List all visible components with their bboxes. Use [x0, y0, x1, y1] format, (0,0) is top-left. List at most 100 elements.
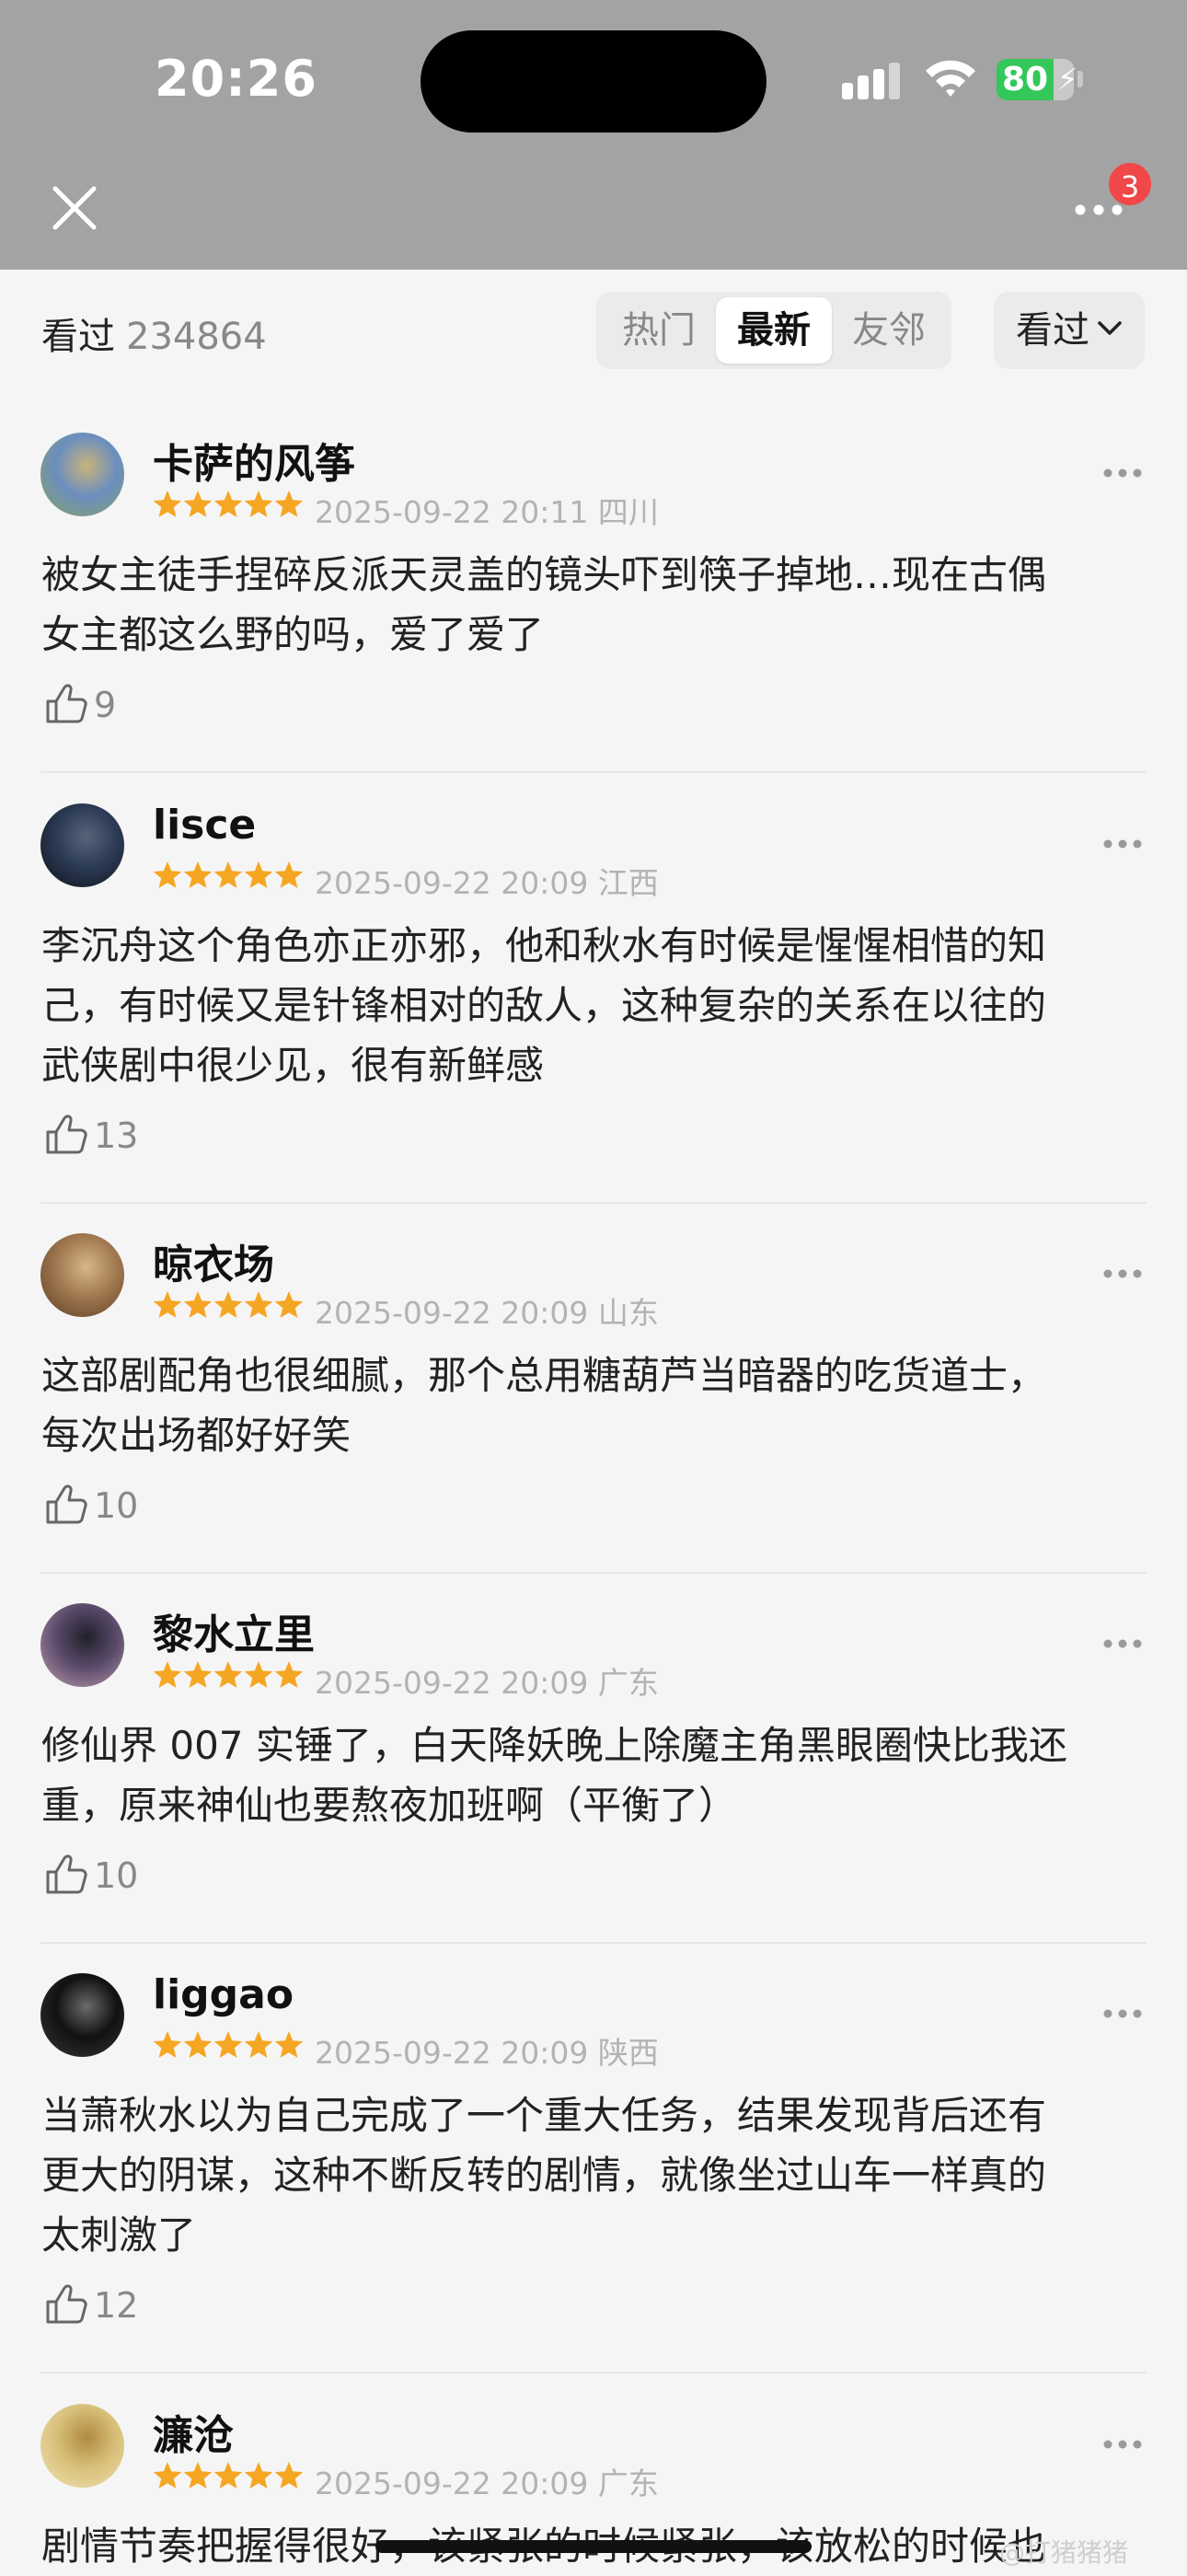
dropdown-label: 看过 — [1016, 309, 1089, 352]
like-count: 10 — [94, 1855, 139, 1896]
star-icon — [274, 2031, 304, 2058]
comment-meta: 2025-09-22 20:09 广东 — [315, 1658, 659, 1703]
star-icon — [153, 2462, 182, 2489]
comment-more-button[interactable] — [1101, 2004, 1147, 2023]
comment-more-button[interactable] — [1101, 2435, 1147, 2454]
star-icon — [244, 2031, 273, 2058]
watched-count-label: 看过 234864 — [41, 306, 267, 360]
star-icon — [244, 861, 273, 888]
star-rating — [153, 2031, 304, 2058]
comment-text-line: 武侠剧中很少见，很有新鲜感 — [41, 1043, 545, 1088]
notification-badge: 3 — [1106, 160, 1154, 208]
username[interactable]: 黎水立里 — [153, 1601, 315, 1660]
thumbs-up-icon[interactable] — [44, 1854, 88, 1896]
wifi-icon — [926, 60, 975, 97]
comment-text-line: 己，有时候又是针锋相对的敌人，这种复杂的关系在以往的 — [41, 983, 1047, 1028]
cellular-signal-icon — [842, 63, 900, 99]
star-rating — [153, 491, 304, 517]
tab-hot[interactable]: 热门 — [601, 297, 717, 364]
watermark: @打猪猪猪 — [999, 2537, 1129, 2568]
status-dropdown[interactable]: 看过 — [994, 292, 1145, 369]
tab-friends[interactable]: 友邻 — [831, 297, 947, 364]
username[interactable]: lisce — [153, 802, 256, 849]
star-rating — [153, 1661, 304, 1688]
comment-location: 四川 — [588, 494, 659, 530]
star-icon — [183, 491, 213, 517]
star-icon — [274, 861, 304, 888]
divider — [40, 771, 1147, 773]
username[interactable]: 晾衣场 — [153, 1231, 274, 1290]
comment-text: 被女主徒手捏碎反派天灵盖的镜头吓到筷子掉地…现在古偶 女主都这么野的吗，爱了爱了 — [41, 545, 1146, 664]
comment-location: 山东 — [588, 1295, 659, 1331]
comment-more-button[interactable] — [1101, 464, 1147, 482]
username[interactable]: 卡萨的风筝 — [153, 431, 355, 490]
divider — [40, 1202, 1147, 1204]
dynamic-island — [421, 30, 766, 133]
status-time: 20:26 — [155, 50, 317, 108]
like-count: 9 — [94, 685, 117, 725]
star-icon — [274, 1661, 304, 1688]
comment-meta: 2025-09-22 20:11 四川 — [315, 488, 659, 532]
comment-time: 2025-09-22 20:09 — [315, 865, 589, 901]
avatar[interactable] — [40, 803, 124, 887]
star-icon — [153, 2031, 182, 2058]
star-icon — [213, 1291, 243, 1318]
divider — [40, 1572, 1147, 1574]
star-icon — [244, 491, 273, 517]
battery-icon: 80 ⚡ — [997, 59, 1078, 100]
top-bar: 20:26 80 ⚡ 3 — [0, 0, 1187, 270]
comment-location: 江西 — [588, 865, 659, 901]
star-rating — [153, 2462, 304, 2489]
thumbs-up-icon[interactable] — [44, 1484, 88, 1526]
comment-location: 陕西 — [588, 2035, 659, 2071]
avatar[interactable] — [40, 1233, 124, 1317]
avatar[interactable] — [40, 1603, 124, 1687]
comment-meta: 2025-09-22 20:09 广东 — [315, 2459, 659, 2503]
like-count: 13 — [94, 1115, 139, 1156]
avatar[interactable] — [40, 1973, 124, 2057]
star-icon — [213, 861, 243, 888]
star-icon — [274, 2462, 304, 2489]
avatar[interactable] — [40, 433, 124, 516]
comment-text: 当萧秋水以为自己完成了一个重大任务，结果发现背后还有 更大的阴谋，这种不断反转的剧… — [41, 2085, 1146, 2265]
star-rating — [153, 1291, 304, 1318]
star-icon — [213, 2462, 243, 2489]
star-icon — [153, 1661, 182, 1688]
star-icon — [153, 491, 182, 517]
like-count: 12 — [94, 2285, 139, 2326]
home-indicator[interactable] — [375, 2540, 812, 2553]
comment-more-button[interactable] — [1101, 1635, 1147, 1653]
comment-location: 广东 — [588, 2466, 659, 2501]
star-icon — [244, 2462, 273, 2489]
star-icon — [274, 1291, 304, 1318]
tab-latest[interactable]: 最新 — [716, 297, 832, 364]
filter-label-text: 看过 — [41, 316, 115, 358]
username[interactable]: liggao — [153, 1971, 294, 2018]
star-icon — [153, 1291, 182, 1318]
star-icon — [183, 2462, 213, 2489]
star-rating — [153, 861, 304, 888]
comment-more-button[interactable] — [1101, 835, 1147, 853]
sort-segmented-control: 热门 最新 友邻 — [596, 292, 951, 369]
comment-time: 2025-09-22 20:09 — [315, 1295, 589, 1331]
comment-time: 2025-09-22 20:11 — [315, 494, 589, 530]
charging-bolt-icon: ⚡ — [1057, 62, 1078, 97]
star-icon — [213, 491, 243, 517]
star-icon — [274, 491, 304, 517]
thumbs-up-icon[interactable] — [44, 1114, 88, 1156]
comment-meta: 2025-09-22 20:09 山东 — [315, 1288, 659, 1333]
star-icon — [183, 1661, 213, 1688]
chevron-down-icon — [1098, 321, 1122, 335]
username[interactable]: 濂沧 — [153, 2402, 234, 2461]
comment-text-line: 重，原来神仙也要熬夜加班啊（平衡了） — [41, 1783, 738, 1828]
comment-text-line: 被女主徒手捏碎反派天灵盖的镜头吓到筷子掉地…现在古偶 — [41, 552, 1047, 597]
comment-time: 2025-09-22 20:09 — [315, 2035, 589, 2071]
comment-location: 广东 — [588, 1665, 659, 1701]
comment-time: 2025-09-22 20:09 — [315, 2466, 589, 2501]
thumbs-up-icon[interactable] — [44, 2283, 88, 2326]
avatar[interactable] — [40, 2404, 124, 2488]
comment-more-button[interactable] — [1101, 1265, 1147, 1283]
close-button[interactable] — [46, 179, 103, 237]
thumbs-up-icon[interactable] — [44, 683, 88, 725]
comment-text: 李沉舟这个角色亦正亦邪，他和秋水有时候是惺惺相惜的知 己，有时候又是针锋相对的敌人… — [41, 916, 1146, 1095]
